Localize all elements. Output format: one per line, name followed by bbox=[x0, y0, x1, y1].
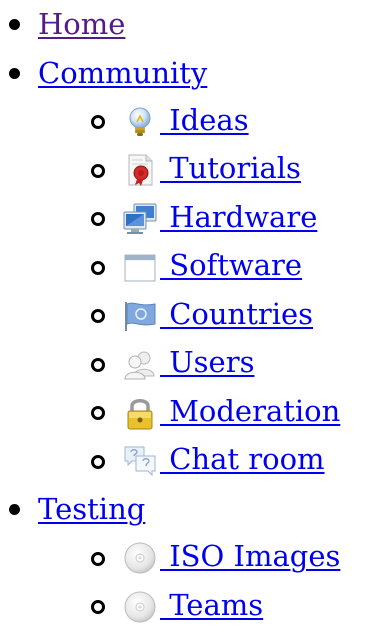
link-users-label: Users bbox=[160, 345, 255, 380]
submenu-item-iso-images: ISO Images bbox=[0, 534, 368, 583]
speech-bubbles-icon bbox=[122, 443, 158, 479]
bullet-disc bbox=[9, 19, 20, 30]
users-icon bbox=[122, 346, 158, 382]
submenu-item-software: Software bbox=[0, 243, 368, 292]
bullet-circle bbox=[91, 260, 105, 275]
link-iso-images[interactable]: ISO Images bbox=[122, 539, 340, 576]
link-ideas[interactable]: Ideas bbox=[122, 103, 249, 140]
link-moderation-label: Moderation bbox=[160, 393, 341, 428]
link-tutorials-label: Tutorials bbox=[160, 151, 301, 186]
submenu-item-tutorials: Tutorials bbox=[0, 146, 368, 195]
padlock-icon bbox=[122, 395, 158, 431]
main-nav-list: Home Community Ideas Tutorials Hardware … bbox=[0, 0, 368, 631]
bullet-circle bbox=[91, 309, 105, 323]
computers-icon bbox=[122, 201, 158, 237]
link-ideas-label: Ideas bbox=[160, 102, 249, 137]
bullet-circle bbox=[91, 454, 105, 469]
lightbulb-icon bbox=[122, 104, 158, 140]
bullet-circle bbox=[91, 212, 105, 226]
disc-icon bbox=[122, 540, 158, 576]
community-submenu: Ideas Tutorials Hardware Software Countr… bbox=[0, 97, 368, 485]
submenu-item-moderation: Moderation bbox=[0, 388, 368, 437]
nav-link-home[interactable]: Home bbox=[38, 7, 125, 41]
nav-link-community[interactable]: Community bbox=[38, 56, 207, 90]
link-chat-room[interactable]: Chat room bbox=[122, 442, 325, 479]
submenu-item-ideas: Ideas bbox=[0, 97, 368, 146]
testing-submenu: ISO Images Teams bbox=[0, 534, 368, 631]
link-tutorials[interactable]: Tutorials bbox=[122, 151, 301, 188]
document-seal-icon bbox=[122, 152, 158, 188]
nav-item-community: Community Ideas Tutorials Hardware Softw… bbox=[0, 49, 368, 486]
disc-icon bbox=[122, 589, 158, 625]
link-teams-label: Teams bbox=[160, 587, 264, 622]
submenu-item-hardware: Hardware bbox=[0, 194, 368, 243]
nav-item-testing: Testing ISO Images Teams bbox=[0, 485, 368, 631]
nav-row-home: Home bbox=[0, 0, 368, 49]
nav-row-testing: Testing bbox=[0, 485, 368, 534]
link-countries[interactable]: Countries bbox=[122, 297, 313, 334]
bullet-circle bbox=[91, 163, 105, 178]
link-teams[interactable]: Teams bbox=[122, 588, 263, 625]
link-iso-images-label: ISO Images bbox=[160, 539, 341, 574]
link-software[interactable]: Software bbox=[122, 248, 302, 285]
bullet-circle bbox=[91, 406, 105, 420]
nav-row-community: Community bbox=[0, 49, 368, 98]
bullet-circle bbox=[91, 357, 105, 372]
flag-icon bbox=[122, 298, 158, 334]
submenu-item-users: Users bbox=[0, 340, 368, 389]
submenu-item-teams: Teams bbox=[0, 582, 368, 631]
bullet-disc bbox=[9, 67, 20, 79]
bullet-circle bbox=[91, 600, 105, 614]
link-hardware-label: Hardware bbox=[160, 199, 318, 234]
nav-link-testing[interactable]: Testing bbox=[38, 492, 145, 526]
submenu-item-chat-room: Chat room bbox=[0, 437, 368, 486]
bullet-disc bbox=[9, 504, 20, 515]
link-chat-room-label: Chat room bbox=[160, 442, 325, 477]
window-icon bbox=[122, 249, 158, 285]
link-hardware[interactable]: Hardware bbox=[122, 200, 317, 237]
link-users[interactable]: Users bbox=[122, 345, 254, 382]
nav-item-home: Home bbox=[0, 0, 368, 49]
link-moderation[interactable]: Moderation bbox=[122, 394, 340, 431]
submenu-item-countries: Countries bbox=[0, 291, 368, 340]
link-software-label: Software bbox=[160, 248, 303, 283]
bullet-circle bbox=[91, 115, 105, 129]
bullet-circle bbox=[91, 551, 105, 566]
link-countries-label: Countries bbox=[160, 296, 314, 331]
